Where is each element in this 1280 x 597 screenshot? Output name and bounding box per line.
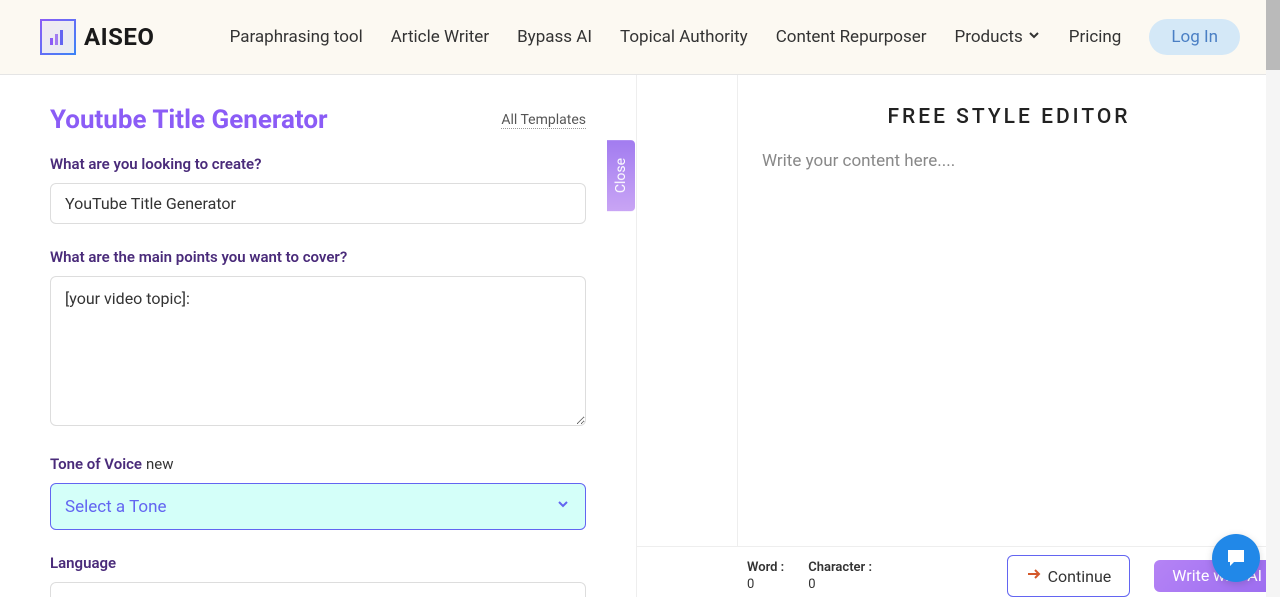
logo[interactable]: AISEO bbox=[40, 19, 154, 55]
logo-text: AISEO bbox=[84, 23, 154, 51]
editor-area: FREE STYLE EDITOR Write your content her… bbox=[737, 75, 1280, 546]
language-label: Language bbox=[50, 554, 586, 572]
points-textarea[interactable]: [your video topic]: bbox=[50, 276, 586, 426]
nav-products-label: Products bbox=[955, 27, 1023, 47]
nav-paraphrasing[interactable]: Paraphrasing tool bbox=[230, 27, 363, 47]
scrollbar-track[interactable] bbox=[1266, 0, 1280, 597]
nav-bypass-ai[interactable]: Bypass AI bbox=[517, 27, 592, 47]
nav-pricing[interactable]: Pricing bbox=[1069, 27, 1122, 47]
char-count-value: 0 bbox=[808, 577, 872, 592]
title-row: Youtube Title Generator All Templates bbox=[50, 105, 586, 135]
tone-select-value: Select a Tone bbox=[65, 497, 167, 517]
continue-label: Continue bbox=[1048, 567, 1112, 586]
left-panel: Youtube Title Generator All Templates Wh… bbox=[0, 75, 637, 597]
chevron-down-icon bbox=[1027, 27, 1041, 47]
page-title: Youtube Title Generator bbox=[50, 105, 328, 135]
chevron-down-icon bbox=[555, 496, 571, 517]
word-count-value: 0 bbox=[747, 577, 784, 592]
word-count: Word : 0 bbox=[747, 560, 784, 592]
language-select[interactable]: English bbox=[50, 582, 586, 597]
tone-select[interactable]: Select a Tone bbox=[50, 483, 586, 530]
chat-icon bbox=[1224, 546, 1248, 570]
nav-topical-authority[interactable]: Topical Authority bbox=[620, 27, 748, 47]
arrow-right-icon bbox=[1026, 566, 1042, 586]
login-button[interactable]: Log In bbox=[1149, 19, 1240, 55]
editor-content[interactable]: Write your content here.... bbox=[758, 149, 1260, 546]
chevron-down-icon bbox=[555, 593, 571, 597]
chat-bubble-button[interactable] bbox=[1212, 534, 1260, 582]
bottom-bar: Word : 0 Character : 0 Continue Write wi… bbox=[637, 546, 1280, 597]
close-button[interactable]: Close bbox=[607, 140, 635, 211]
continue-button[interactable]: Continue bbox=[1007, 555, 1131, 597]
language-select-value: English bbox=[65, 594, 117, 597]
nav-products[interactable]: Products bbox=[955, 27, 1041, 47]
nav-article-writer[interactable]: Article Writer bbox=[391, 27, 489, 47]
right-panel: Close FREE STYLE EDITOR Write your conte… bbox=[637, 75, 1280, 597]
nav-content-repurposer[interactable]: Content Repurposer bbox=[776, 27, 927, 47]
tone-label: Tone of Voice bbox=[50, 455, 142, 473]
create-input[interactable] bbox=[50, 183, 586, 224]
word-count-label: Word : bbox=[747, 560, 784, 575]
all-templates-link[interactable]: All Templates bbox=[501, 112, 586, 129]
logo-icon bbox=[40, 19, 76, 55]
char-count: Character : 0 bbox=[808, 560, 872, 592]
points-label: What are the main points you want to cov… bbox=[50, 248, 586, 266]
main: Youtube Title Generator All Templates Wh… bbox=[0, 75, 1280, 597]
char-count-label: Character : bbox=[808, 560, 872, 575]
create-label: What are you looking to create? bbox=[50, 155, 586, 173]
tone-new-badge: new bbox=[146, 455, 174, 473]
scrollbar-thumb[interactable] bbox=[1266, 0, 1280, 70]
nav: Paraphrasing tool Article Writer Bypass … bbox=[230, 19, 1240, 55]
editor-title: FREE STYLE EDITOR bbox=[758, 105, 1260, 129]
header: AISEO Paraphrasing tool Article Writer B… bbox=[0, 0, 1280, 75]
tone-label-row: Tone of Voice new bbox=[50, 454, 586, 473]
